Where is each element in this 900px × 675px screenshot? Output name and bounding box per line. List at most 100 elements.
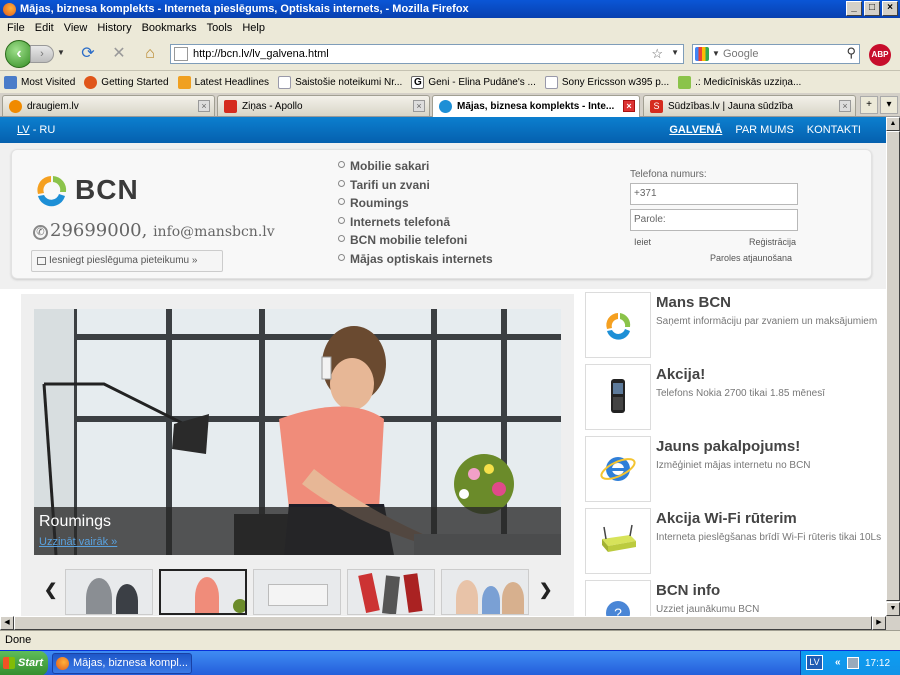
- password-reset-link[interactable]: Paroles atjaunošana: [710, 253, 792, 263]
- status-text: Done: [5, 634, 32, 646]
- tab-bcn[interactable]: Mājas, biznesa komplekts - Inte... ×: [432, 95, 640, 117]
- back-button[interactable]: ‹: [5, 40, 33, 68]
- lang-lv-link[interactable]: LV: [17, 124, 30, 136]
- promo-akcija[interactable]: Akcija! Telefons Nokia 2700 tikai 1.85 m…: [583, 362, 886, 431]
- menu-galvena-link[interactable]: GALVENĀ: [669, 124, 722, 136]
- horizontal-scroll-thumb[interactable]: [14, 616, 872, 630]
- thumbnail-1[interactable]: [65, 569, 153, 615]
- close-tab-icon[interactable]: ×: [623, 100, 635, 112]
- search-engine-dropdown-icon[interactable]: ▼: [712, 49, 720, 58]
- phone-number-input[interactable]: +371: [630, 183, 798, 205]
- menu-view[interactable]: View: [59, 22, 93, 34]
- service-internets-telefona[interactable]: Internets telefonā: [338, 213, 493, 232]
- search-placeholder[interactable]: Google: [723, 48, 758, 60]
- menu-tools[interactable]: Tools: [202, 22, 238, 34]
- promo-jauns-pakalpojums[interactable]: Jauns pakalpojums! Izmēģiniet mājas inte…: [583, 434, 886, 503]
- service-mobilie-telefoni[interactable]: BCN mobilie telefoni: [338, 231, 493, 250]
- slider-next-arrow-icon[interactable]: ❯: [539, 580, 552, 600]
- slide-read-more-link[interactable]: Uzzināt vairāk »: [39, 536, 117, 548]
- address-url[interactable]: http://bcn.lv/lv_galvena.html: [193, 48, 329, 60]
- promo-bcn-info[interactable]: ? BCN info Uzziet jaunākumu BCN: [583, 578, 886, 616]
- tab-apollo[interactable]: Ziņas - Apollo ×: [217, 95, 430, 116]
- vertical-scroll-thumb[interactable]: [886, 131, 900, 601]
- search-icon[interactable]: ⚲: [846, 45, 856, 61]
- search-box[interactable]: ▼ Google ⚲: [692, 44, 860, 64]
- promo-mans-bcn[interactable]: Mans BCN Saņemt informāciju par zvaniem …: [583, 290, 886, 359]
- password-input[interactable]: Parole:: [630, 209, 798, 231]
- service-roumings[interactable]: Roumings: [338, 194, 493, 213]
- slider-prev-arrow-icon[interactable]: ❮: [44, 580, 57, 600]
- vertical-scrollbar[interactable]: ▲ ▼: [886, 117, 900, 616]
- service-tarifi[interactable]: Tarifi un zvani: [338, 176, 493, 195]
- reload-icon[interactable]: ⟳: [78, 44, 98, 64]
- horizontal-scrollbar[interactable]: ◀ ▶: [0, 616, 886, 630]
- close-tab-icon[interactable]: ×: [839, 100, 851, 112]
- menu-help[interactable]: Help: [237, 22, 270, 34]
- scroll-right-arrow-icon[interactable]: ▶: [872, 616, 886, 630]
- maximize-button[interactable]: □: [864, 1, 880, 16]
- clock[interactable]: 17:12: [865, 658, 890, 669]
- minimize-button[interactable]: _: [846, 1, 862, 16]
- promo-wifi-ruteris[interactable]: Akcija Wi-Fi rūterim Interneta pieslēgša…: [583, 506, 886, 575]
- bookmark-geni[interactable]: G Geni - Elina Pudāne's ...: [411, 75, 536, 89]
- tab-sudzibas[interactable]: S Sūdzības.lv | Jauna sūdzība ×: [643, 95, 856, 116]
- service-optiskais-internets[interactable]: Mājas optiskais internets: [338, 250, 493, 269]
- url-dropdown-icon[interactable]: ▼: [671, 48, 679, 57]
- bookmark-medicinas[interactable]: .: Medicīniskās uzziņa...: [678, 75, 801, 89]
- menu-bar: File Edit View History Bookmarks Tools H…: [0, 18, 900, 37]
- tray-expand-icon[interactable]: «: [835, 657, 841, 668]
- bookmark-latest-headlines[interactable]: Latest Headlines: [177, 75, 269, 89]
- firefox-icon: [84, 75, 98, 89]
- mobile-phone-icon: [611, 379, 625, 413]
- tab-list-dropdown-icon[interactable]: ▾: [880, 96, 898, 114]
- taskbar-firefox-window[interactable]: Mājas, biznesa kompl...: [52, 653, 192, 674]
- promo-image-frame: [585, 292, 651, 358]
- thumbnail-5[interactable]: [441, 569, 529, 615]
- contact-email[interactable]: info@mansbcn.lv: [153, 224, 275, 240]
- service-mobilie-sakari[interactable]: Mobilie sakari: [338, 157, 493, 176]
- close-tab-icon[interactable]: ×: [413, 100, 425, 112]
- bookmark-saistosie[interactable]: Saistošie noteikumi Nr...: [278, 75, 402, 89]
- adblock-plus-icon[interactable]: ABP: [869, 44, 891, 66]
- scroll-down-arrow-icon[interactable]: ▼: [886, 602, 900, 616]
- lang-ru-link[interactable]: RU: [39, 124, 55, 136]
- thumbnail-3[interactable]: [253, 569, 341, 615]
- windows-taskbar: Start Mājas, biznesa kompl... « 17:12: [0, 650, 900, 675]
- bcn-logo[interactable]: BCN: [33, 172, 173, 212]
- wifi-router-icon: [602, 524, 636, 552]
- menu-edit[interactable]: Edit: [30, 22, 59, 34]
- menu-par-mums-link[interactable]: PAR MUMS: [735, 124, 793, 136]
- language-indicator[interactable]: LV: [806, 655, 823, 670]
- close-tab-icon[interactable]: ×: [198, 100, 210, 112]
- menu-history[interactable]: History: [92, 22, 136, 34]
- scroll-up-arrow-icon[interactable]: ▲: [886, 117, 900, 131]
- bookmark-star-icon[interactable]: ☆: [651, 46, 663, 62]
- bookmark-getting-started[interactable]: Getting Started: [84, 75, 169, 89]
- close-button[interactable]: ×: [882, 1, 898, 16]
- google-icon[interactable]: [695, 47, 709, 61]
- site-top-bar: LV - RU GALVENĀ PAR MUMS KONTAKTI: [0, 117, 886, 143]
- menu-bookmarks[interactable]: Bookmarks: [137, 22, 202, 34]
- bookmark-sony-ericsson[interactable]: Sony Ericsson w395 p...: [544, 75, 669, 89]
- forward-button[interactable]: ›: [30, 45, 54, 63]
- register-link[interactable]: Reģistrācija: [749, 237, 796, 247]
- history-dropdown-icon[interactable]: ▼: [57, 48, 65, 57]
- start-button[interactable]: Start: [0, 651, 48, 675]
- menu-file[interactable]: File: [2, 22, 30, 34]
- apply-connection-button[interactable]: Iesniegt pieslēguma pieteikumu »: [31, 250, 223, 272]
- phone-number-label: Telefona numurs:: [630, 169, 707, 180]
- bookmark-most-visited[interactable]: Most Visited: [4, 75, 75, 89]
- address-bar[interactable]: http://bcn.lv/lv_galvena.html ☆ ▼: [170, 44, 684, 64]
- thumbnail-4[interactable]: [347, 569, 435, 615]
- rss-feed-icon: [177, 75, 191, 89]
- thumbnail-2[interactable]: [159, 569, 247, 615]
- login-link[interactable]: Ieiet: [634, 237, 651, 247]
- new-tab-icon[interactable]: +: [860, 96, 878, 114]
- network-icon[interactable]: [847, 657, 859, 669]
- scroll-left-arrow-icon[interactable]: ◀: [0, 616, 14, 630]
- tab-draugiem[interactable]: draugiem.lv ×: [2, 95, 215, 116]
- stop-icon[interactable]: ✕: [109, 44, 129, 64]
- home-icon[interactable]: ⌂: [140, 44, 160, 64]
- bookmarks-toolbar: Most Visited Getting Started Latest Head…: [0, 70, 900, 93]
- menu-kontakti-link[interactable]: KONTAKTI: [807, 124, 861, 136]
